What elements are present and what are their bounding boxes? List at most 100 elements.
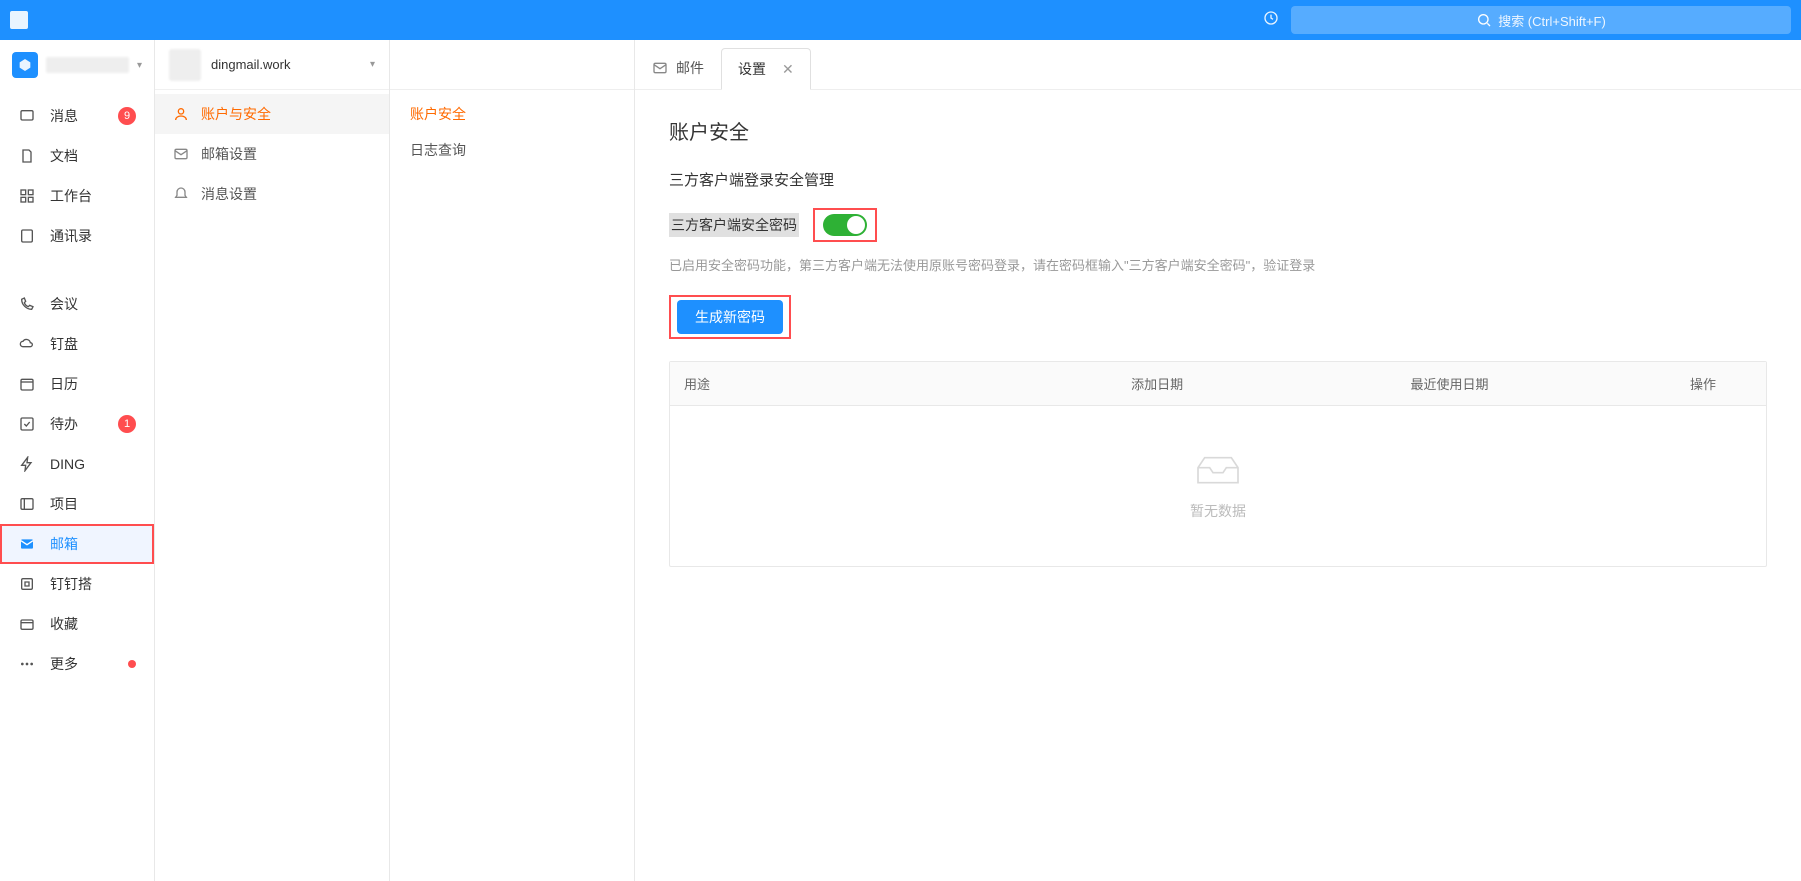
more-icon [18,655,36,673]
nav-calendar[interactable]: 日历 [0,364,154,404]
account-header[interactable]: dingmail.work ▾ [155,40,389,90]
org-switcher[interactable]: ▾ [0,40,154,90]
nav-label: 收藏 [50,614,136,634]
button-highlight: 生成新密码 [669,295,791,339]
doc-icon [18,147,36,165]
nav-label: 更多 [50,654,114,674]
toggle-label: 三方客户端安全密码 [669,213,799,237]
history-icon[interactable] [1263,10,1279,31]
generate-password-button[interactable]: 生成新密码 [677,300,783,334]
project-icon [18,495,36,513]
hint-text: 已启用安全密码功能，第三方客户端无法使用原账号密码登录，请在密码框输入"三方客户… [669,256,1767,277]
empty-inbox-icon [1190,451,1246,491]
account-email: dingmail.work [211,57,360,72]
nav-workbench[interactable]: 工作台 [0,176,154,216]
nav-label: 会议 [50,294,136,314]
check-icon [18,415,36,433]
nav-contacts[interactable]: 通讯录 [0,216,154,256]
cloud-icon [18,335,36,353]
notification-dot [128,660,136,668]
nav-label: 通讯录 [50,226,136,246]
nav-todo[interactable]: 待办 1 [0,404,154,444]
tab-settings[interactable]: 设置 ✕ [721,48,811,90]
nav-label: 邮箱 [50,534,136,554]
badge: 1 [118,415,136,433]
th-last-used: 最近使用日期 [1397,362,1676,405]
nav-label: 消息 [50,106,104,126]
settings-group-label: 账户与安全 [201,104,271,124]
title-bar: 搜索 (Ctrl+Shift+F) [0,0,1801,40]
page-title: 账户安全 [669,116,1767,145]
nav-list: 消息 9 文档 工作台 通讯录 [0,90,154,262]
mail-icon [18,535,36,553]
nav-meeting[interactable]: 会议 [0,284,154,324]
empty-text: 暂无数据 [1190,501,1246,521]
app-icon [10,11,28,29]
table-header: 用途 添加日期 最近使用日期 操作 [670,362,1766,406]
settings-subpanel: 账户安全 日志查询 [390,40,635,881]
bolt-icon [18,455,36,473]
calendar-icon [18,375,36,393]
build-icon [18,575,36,593]
nav-drive[interactable]: 钉盘 [0,324,154,364]
avatar [169,49,201,81]
content-tabs: 邮件 设置 ✕ [635,40,1801,90]
search-placeholder: 搜索 (Ctrl+Shift+F) [1498,11,1606,30]
mail-settings-icon [173,146,189,162]
sub-item-label: 日志查询 [410,140,466,160]
global-search[interactable]: 搜索 (Ctrl+Shift+F) [1291,6,1791,34]
nav-messages[interactable]: 消息 9 [0,96,154,136]
main-content: 邮件 设置 ✕ 账户安全 三方客户端登录安全管理 三方客户端安全密码 已启用安全… [635,40,1801,881]
contacts-icon [18,227,36,245]
settings-group-label: 消息设置 [201,184,257,204]
chevron-down-icon: ▾ [137,60,142,71]
toggle-highlight [813,208,877,242]
tab-label: 设置 [738,59,766,79]
nav-project[interactable]: 项目 [0,484,154,524]
bell-icon [173,186,189,202]
th-added-date: 添加日期 [1117,362,1396,405]
user-icon [173,106,189,122]
nav-label: 日历 [50,374,136,394]
settings-group-label: 邮箱设置 [201,144,257,164]
settings-groups-panel: dingmail.work ▾ 账户与安全 邮箱设置 消息设置 [155,40,390,881]
nav-ding[interactable]: DING [0,444,154,484]
th-purpose: 用途 [670,362,1117,405]
nav-favorites[interactable]: 收藏 [0,604,154,644]
close-icon[interactable]: ✕ [782,61,794,78]
grid-icon [18,187,36,205]
nav-mail[interactable]: 邮箱 [0,524,154,564]
settings-account-security[interactable]: 账户与安全 [155,94,389,134]
nav-docs[interactable]: 文档 [0,136,154,176]
bookmark-icon [18,615,36,633]
nav-label: DING [50,456,136,472]
password-table: 用途 添加日期 最近使用日期 操作 暂无数据 [669,361,1767,567]
nav-list-2: 会议 钉盘 日历 待办 1 DING 项目 [0,278,154,690]
tab-mail[interactable]: 邮件 [635,47,721,89]
nav-label: 钉钉搭 [50,574,136,594]
sub-item-label: 账户安全 [410,104,466,124]
th-action: 操作 [1676,362,1766,405]
mail-icon [652,60,668,76]
settings-notifications[interactable]: 消息设置 [155,174,389,214]
empty-state: 暂无数据 [670,406,1766,566]
org-logo-icon [12,52,38,78]
sub-account-security[interactable]: 账户安全 [390,96,634,132]
phone-icon [18,295,36,313]
nav-more[interactable]: 更多 [0,644,154,684]
chat-icon [18,107,36,125]
security-password-toggle[interactable] [823,214,867,236]
nav-dingda[interactable]: 钉钉搭 [0,564,154,604]
search-icon [1476,12,1492,28]
nav-label: 文档 [50,146,136,166]
badge: 9 [118,107,136,125]
main-sidebar: ▾ 消息 9 文档 工作台 通讯录 [0,40,155,881]
settings-mailbox[interactable]: 邮箱设置 [155,134,389,174]
chevron-down-icon: ▾ [370,59,375,70]
nav-label: 钉盘 [50,334,136,354]
sub-log-query[interactable]: 日志查询 [390,132,634,168]
tab-label: 邮件 [676,58,704,78]
org-name [46,57,129,73]
nav-label: 待办 [50,414,104,434]
section-title: 三方客户端登录安全管理 [669,169,1767,190]
